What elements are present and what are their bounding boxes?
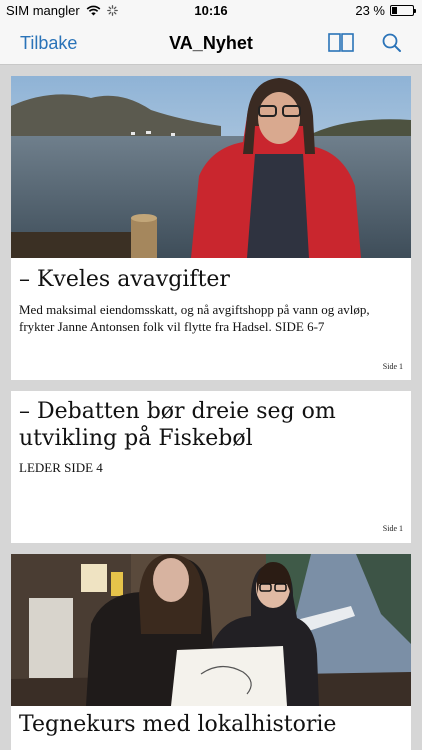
navigation-bar: Tilbake VA_Nyhet: [0, 22, 422, 65]
article-card[interactable]: Tegnekurs med lokalhistorie: [11, 554, 411, 750]
page-number: Side 1: [382, 524, 403, 533]
back-button[interactable]: Tilbake: [20, 33, 77, 54]
search-icon[interactable]: [380, 30, 408, 56]
article-card[interactable]: – Debatten bør dreie seg om utvikling på…: [11, 391, 411, 543]
article-headline: – Debatten bør dreie seg om utvikling på…: [19, 399, 336, 451]
article-photo: [11, 76, 411, 258]
battery-icon: [390, 5, 416, 16]
article-lead: LEDER SIDE 4: [19, 460, 103, 475]
status-bar: SIM mangler 10:16 23 %: [0, 0, 422, 22]
article-card[interactable]: – Kveles avavgifter Med maksimal eiendom…: [11, 76, 411, 380]
battery-percent: 23 %: [355, 3, 385, 18]
two-page-icon[interactable]: [327, 30, 355, 56]
article-headline: – Kveles avavgifter: [19, 267, 230, 292]
status-right: 23 %: [355, 3, 416, 18]
article-feed[interactable]: – Kveles avavgifter Med maksimal eiendom…: [0, 66, 422, 750]
article-lead: Med maksimal eiendomsskatt, og nå avgift…: [19, 302, 370, 334]
article-photo: [11, 554, 411, 706]
article-headline: Tegnekurs med lokalhistorie: [19, 712, 337, 737]
battery-level: [392, 7, 397, 14]
page-number: Side 1: [382, 362, 403, 371]
